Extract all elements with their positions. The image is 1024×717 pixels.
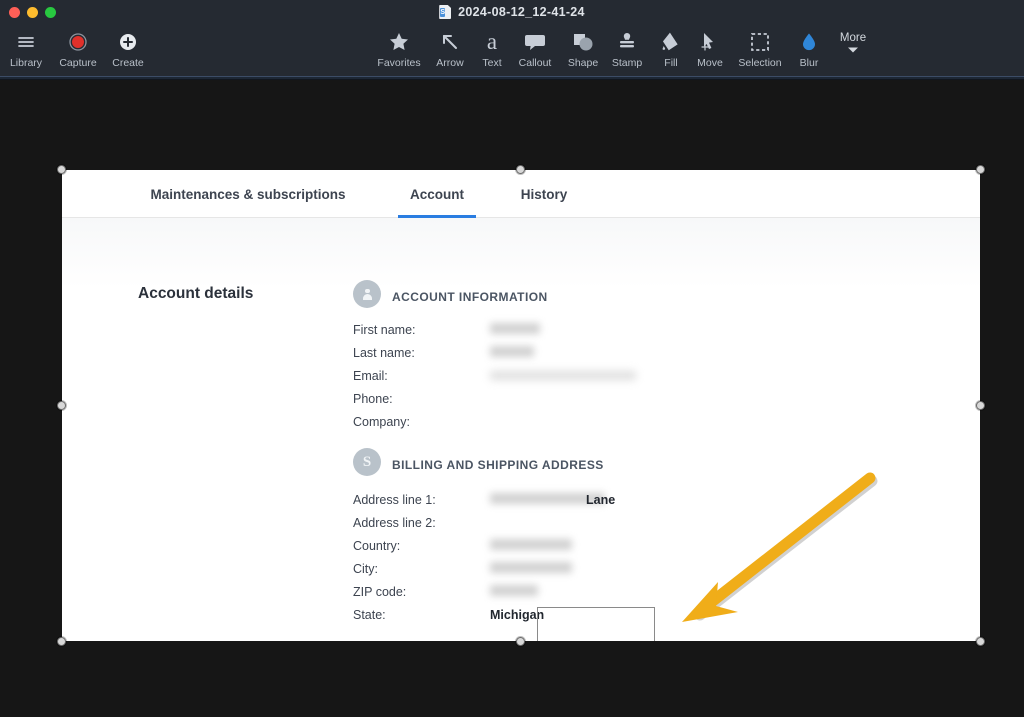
field-label-city: City: bbox=[353, 562, 378, 576]
canvas-handle-bottom-left[interactable] bbox=[57, 637, 66, 646]
redacted-value-first-name bbox=[490, 323, 540, 334]
field-label-first-name: First name: bbox=[353, 323, 416, 337]
page-title: Account details bbox=[138, 285, 254, 302]
text-a-icon: a bbox=[486, 29, 498, 54]
tool-text[interactable]: a Text bbox=[474, 24, 510, 76]
close-window-button[interactable] bbox=[9, 7, 20, 18]
plus-circle-icon bbox=[118, 29, 138, 55]
tool-callout-label: Callout bbox=[518, 57, 552, 69]
tool-callout[interactable]: Callout bbox=[512, 24, 558, 76]
field-label-company: Company: bbox=[353, 415, 410, 429]
hamburger-menu-icon bbox=[16, 29, 36, 55]
canvas-handle-middle-left[interactable] bbox=[57, 401, 66, 410]
tool-create-label: Create bbox=[112, 57, 144, 69]
tool-library-label: Library bbox=[9, 57, 43, 69]
tool-capture-label: Capture bbox=[59, 57, 97, 69]
section-title-billing-shipping: BILLING AND SHIPPING ADDRESS bbox=[392, 458, 604, 472]
tool-capture[interactable]: Capture bbox=[56, 24, 100, 76]
tool-fill-label: Fill bbox=[664, 57, 678, 69]
field-label-address-line-1: Address line 1: bbox=[353, 493, 436, 507]
tab-label: History bbox=[520, 186, 568, 202]
field-label-state: State: bbox=[353, 608, 386, 622]
tool-stamp[interactable]: Stamp bbox=[606, 24, 648, 76]
blur-droplet-icon bbox=[797, 29, 821, 55]
tool-arrow[interactable]: Arrow bbox=[430, 24, 470, 76]
field-label-address-line-2: Address line 2: bbox=[353, 516, 436, 530]
edited-screenshot: Maintenances & subscriptions Account His… bbox=[62, 170, 980, 641]
canvas-handle-bottom-right[interactable] bbox=[976, 637, 985, 646]
document-title: S 2024-08-12_12-41-24 bbox=[0, 0, 1024, 24]
tool-text-label: Text bbox=[482, 57, 502, 69]
field-label-country: Country: bbox=[353, 539, 401, 553]
canvas-handle-middle-right[interactable] bbox=[976, 401, 985, 410]
redacted-value-last-name bbox=[490, 346, 534, 357]
blur-selection-rectangle[interactable] bbox=[537, 607, 655, 641]
title-bar: S 2024-08-12_12-41-24 bbox=[0, 0, 1024, 24]
paint-bucket-icon bbox=[659, 29, 683, 55]
speech-bubble-icon bbox=[523, 29, 547, 55]
tool-shape-label: Shape bbox=[567, 57, 599, 69]
image-canvas[interactable]: Maintenances & subscriptions Account His… bbox=[57, 165, 985, 646]
dollar-sign-icon: S bbox=[353, 448, 381, 476]
stamp-icon bbox=[615, 29, 639, 55]
tool-arrow-label: Arrow bbox=[436, 57, 464, 69]
tool-create[interactable]: Create bbox=[106, 24, 150, 76]
page-tabs: Maintenances & subscriptions Account His… bbox=[62, 170, 980, 218]
canvas-handle-top-left[interactable] bbox=[57, 165, 66, 174]
arrow-annotation[interactable] bbox=[652, 460, 902, 635]
tool-favorites[interactable]: Favorites bbox=[373, 24, 425, 76]
snagit-editor-window: S 2024-08-12_12-41-24 Library Capture Cr… bbox=[0, 0, 1024, 717]
tool-favorites-label: Favorites bbox=[377, 57, 421, 69]
toolbar-accent-line bbox=[0, 76, 1024, 80]
tool-shape[interactable]: Shape bbox=[562, 24, 604, 76]
section-title-account-information: ACCOUNT INFORMATION bbox=[392, 290, 548, 304]
tool-selection-label: Selection bbox=[738, 57, 782, 69]
tab-label: Maintenances & subscriptions bbox=[150, 186, 346, 202]
canvas-handle-top-center[interactable] bbox=[516, 165, 525, 174]
redacted-value-city bbox=[490, 562, 572, 573]
field-label-email: Email: bbox=[353, 369, 388, 383]
tool-move-label: Move bbox=[697, 57, 723, 69]
shape-icon bbox=[571, 29, 595, 55]
star-icon bbox=[387, 29, 411, 55]
tab-maintenances-subscriptions[interactable]: Maintenances & subscriptions bbox=[148, 170, 348, 218]
chevron-down-icon bbox=[846, 44, 860, 56]
tool-blur[interactable]: Blur bbox=[790, 24, 828, 76]
field-label-last-name: Last name: bbox=[353, 346, 415, 360]
field-value-address-line-1-visible: Lane bbox=[586, 493, 616, 507]
tool-blur-label: Blur bbox=[799, 57, 819, 69]
redacted-value-zip-code bbox=[490, 585, 538, 596]
field-label-phone: Phone: bbox=[353, 392, 393, 406]
tab-account[interactable]: Account bbox=[398, 170, 476, 218]
tool-move[interactable]: Move bbox=[690, 24, 730, 76]
minimize-window-button[interactable] bbox=[27, 7, 38, 18]
tab-history[interactable]: History bbox=[509, 170, 579, 218]
redacted-value-country bbox=[490, 539, 572, 550]
document-title-text: 2024-08-12_12-41-24 bbox=[458, 5, 585, 19]
tool-stamp-label: Stamp bbox=[611, 57, 643, 69]
tool-bar: Library Capture Create Favorites Arrow a… bbox=[0, 24, 1024, 76]
tool-library[interactable]: Library bbox=[6, 24, 46, 76]
person-avatar-icon bbox=[353, 280, 381, 308]
maximize-window-button[interactable] bbox=[45, 7, 56, 18]
move-cursor-icon bbox=[698, 29, 722, 55]
snagit-document-icon: S bbox=[439, 5, 452, 19]
arrow-icon bbox=[438, 29, 462, 55]
marquee-selection-icon bbox=[748, 29, 772, 55]
window-controls[interactable] bbox=[9, 7, 56, 18]
tab-label: Account bbox=[410, 186, 464, 202]
canvas-handle-top-right[interactable] bbox=[976, 165, 985, 174]
tool-selection[interactable]: Selection bbox=[732, 24, 788, 76]
record-circle-icon bbox=[68, 29, 88, 55]
canvas-handle-bottom-center[interactable] bbox=[516, 637, 525, 646]
field-label-zip-code: ZIP code: bbox=[353, 585, 407, 599]
more-tools-label: More bbox=[839, 32, 867, 44]
tool-fill[interactable]: Fill bbox=[654, 24, 688, 76]
redacted-value-email bbox=[490, 371, 636, 380]
more-tools-button[interactable]: More bbox=[832, 24, 874, 76]
